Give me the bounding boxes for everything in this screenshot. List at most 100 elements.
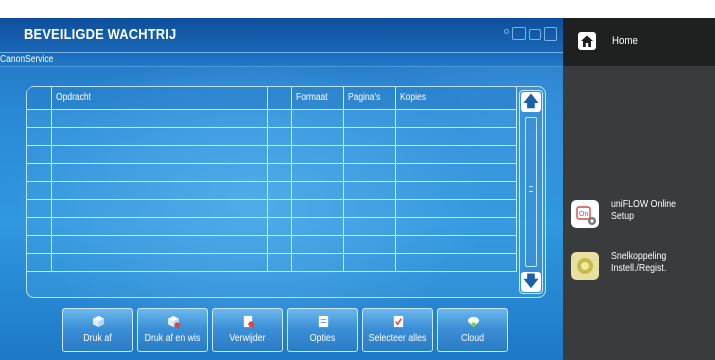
select-all-icon [393, 315, 404, 328]
table-cell [51, 144, 269, 164]
table-cell [267, 216, 293, 236]
scroll-up-button[interactable]: 🡅 [521, 92, 541, 112]
table-cell [267, 144, 293, 164]
print-and-delete-button[interactable]: Druk af en wis [137, 308, 208, 352]
column-header-blank [267, 87, 293, 110]
table-cell [343, 252, 397, 272]
svg-text:On: On [579, 211, 588, 218]
table-cell [343, 180, 397, 200]
uniflow-setup-label-line2: Setup [611, 211, 635, 222]
cloud-button[interactable]: Cloud [437, 308, 508, 352]
table-cell [267, 180, 293, 200]
uniflow-setup-icon: On [571, 200, 599, 228]
column-header-job[interactable]: Opdracht [51, 87, 269, 110]
table-cell [291, 162, 345, 182]
table-cell [27, 180, 53, 200]
table-cell [291, 234, 345, 254]
scroll-track[interactable] [525, 117, 537, 267]
job-table[interactable]: Opdracht Formaat Pagina's Kopies [27, 87, 517, 272]
table-cell [291, 126, 345, 146]
delete-button[interactable]: Verwijder [212, 308, 283, 352]
table-cell [267, 234, 293, 254]
table-cell [291, 216, 345, 236]
table-cell [395, 234, 517, 254]
table-cell [395, 252, 517, 272]
page-title: BEVEILIGDE WACHTRIJ [24, 26, 177, 43]
table-cell [291, 144, 345, 164]
copy-status-icon [544, 27, 557, 41]
table-row[interactable] [27, 252, 517, 272]
table-cell [267, 126, 293, 146]
table-cell [291, 252, 345, 272]
table-header-row: Opdracht Formaat Pagina's Kopies [27, 87, 517, 110]
options-icon [318, 315, 329, 328]
table-cell [395, 108, 517, 128]
print-button[interactable]: Druk af [62, 308, 133, 352]
table-cell [27, 144, 53, 164]
shortcut-icon [571, 252, 599, 280]
table-row[interactable] [27, 198, 517, 218]
action-button-row: Druk af Druk af en wis Verwijder Opties … [62, 308, 508, 352]
table-cell [51, 162, 269, 182]
table-cell [395, 126, 517, 146]
table-cell [27, 234, 53, 254]
select-column-header [27, 87, 53, 110]
table-cell [27, 162, 53, 182]
shortcut-settings-shortcut[interactable]: Snelkoppeling Instell./Regist. [571, 250, 711, 290]
table-cell [343, 126, 397, 146]
home-label: Home [612, 35, 638, 47]
column-header-copies[interactable]: Kopies [395, 87, 517, 110]
select-all-button[interactable]: Selecteer alles [362, 308, 433, 352]
print-and-delete-icon [167, 315, 180, 328]
table-cell [343, 108, 397, 128]
shortcut-settings-label-line2: Instell./Regist. [611, 263, 667, 274]
table-cell [395, 144, 517, 164]
table-cell [51, 126, 269, 146]
table-row[interactable] [27, 180, 517, 200]
uniflow-setup-label-line1: uniFLOW Online [611, 199, 677, 210]
home-button[interactable]: Home [563, 18, 715, 66]
table-row[interactable] [27, 108, 517, 128]
side-panel: Home On uniFLOW Online Setup Snelkoppeli… [563, 18, 715, 360]
user-bar: CanonService [0, 52, 563, 67]
table-row[interactable] [27, 126, 517, 146]
table-cell [343, 234, 397, 254]
status-dot-icon [504, 29, 509, 34]
table-cell [27, 198, 53, 218]
table-cell [343, 216, 397, 236]
table-row[interactable] [27, 234, 517, 254]
table-cell [51, 108, 269, 128]
column-header-format[interactable]: Formaat [291, 87, 345, 110]
table-scrollbar[interactable]: 🡅 🡇 [519, 90, 543, 294]
job-list-panel: Opdracht Formaat Pagina's Kopies 🡅 🡇 [26, 86, 546, 298]
table-cell [27, 126, 53, 146]
table-row[interactable] [27, 162, 517, 182]
table-cell [267, 252, 293, 272]
table-cell [395, 216, 517, 236]
logged-in-user: CanonService [0, 54, 54, 65]
uniflow-setup-shortcut[interactable]: On uniFLOW Online Setup [571, 198, 711, 238]
home-icon [578, 32, 596, 50]
table-cell [343, 162, 397, 182]
table-cell [51, 180, 269, 200]
options-button[interactable]: Opties [287, 308, 358, 352]
cloud-icon [467, 316, 480, 328]
scroll-down-button[interactable]: 🡇 [521, 272, 541, 292]
secure-queue-screen: BEVEILIGDE WACHTRIJ CanonService Opdrach… [0, 18, 563, 360]
title-bar: BEVEILIGDE WACHTRIJ [0, 18, 563, 52]
table-cell [51, 234, 269, 254]
table-cell [267, 198, 293, 218]
table-cell [51, 252, 269, 272]
column-header-pages[interactable]: Pagina's [343, 87, 397, 110]
table-cell [291, 198, 345, 218]
table-cell [291, 180, 345, 200]
scroll-grip-icon [529, 186, 533, 192]
table-cell [343, 144, 397, 164]
table-cell [27, 108, 53, 128]
delete-icon [243, 315, 255, 328]
table-row[interactable] [27, 216, 517, 236]
table-cell [51, 198, 269, 218]
table-row[interactable] [27, 144, 517, 164]
table-cell [27, 216, 53, 236]
table-cell [343, 198, 397, 218]
